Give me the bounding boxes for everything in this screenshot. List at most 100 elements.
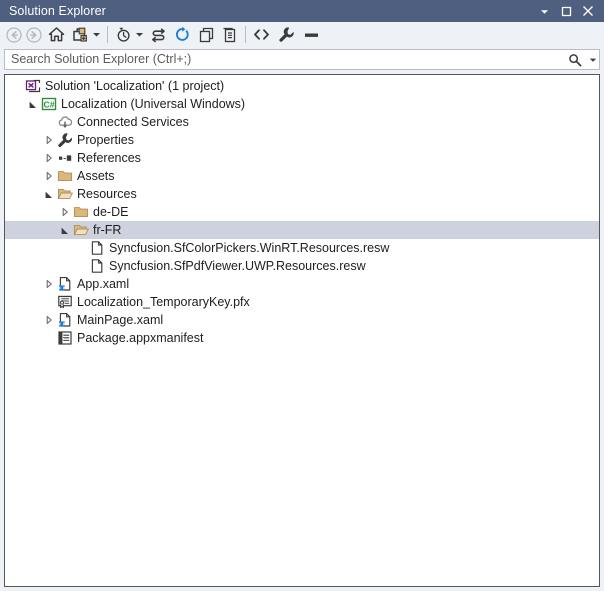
- tree-twisty-placeholder: [41, 293, 57, 311]
- folder-closed-icon: [57, 168, 73, 184]
- tree-row[interactable]: de-DE: [5, 203, 599, 221]
- tree-item-label: Properties: [77, 131, 134, 149]
- chevron-collapsed-icon[interactable]: [41, 131, 57, 149]
- tree-indent: [5, 302, 41, 303]
- window-titlebar: Solution Explorer: [0, 0, 604, 22]
- chevron-collapsed-icon[interactable]: [41, 311, 57, 329]
- chevron-collapsed-icon[interactable]: [41, 275, 57, 293]
- solution-explorer-toolbar: [0, 22, 604, 47]
- tree-indent: [5, 284, 41, 285]
- folder-open-icon: [57, 186, 73, 202]
- tree-item-label: App.xaml: [77, 275, 129, 293]
- home-button[interactable]: [46, 23, 67, 47]
- tree-item-label: Syncfusion.SfColorPickers.WinRT.Resource…: [109, 239, 389, 257]
- references-icon: [57, 150, 73, 166]
- toolbar-separator-2: [245, 26, 246, 43]
- tree-indent: [5, 140, 41, 141]
- resw-file-icon: [89, 258, 105, 274]
- tree-item-label: Solution 'Localization' (1 project): [45, 77, 224, 95]
- tree-item-label: Localization_TemporaryKey.pfx: [77, 293, 250, 311]
- tree-row[interactable]: Localization_TemporaryKey.pfx: [5, 293, 599, 311]
- chevron-expanded-icon[interactable]: [25, 95, 41, 113]
- pending-changes-filter-caret[interactable]: [134, 23, 145, 47]
- solution-tree-panel[interactable]: Solution 'Localization' (1 project) C# L…: [4, 74, 600, 587]
- connected-services-icon: [57, 114, 73, 130]
- tree-row[interactable]: References: [5, 149, 599, 167]
- folder-open-icon: [73, 222, 89, 238]
- collapse-all-button[interactable]: [197, 23, 217, 47]
- tree-row[interactable]: Resources: [5, 185, 599, 203]
- tree-indent: [5, 212, 57, 213]
- solution-icon: [25, 78, 41, 94]
- tree-twisty-placeholder: [41, 113, 57, 131]
- tree-row[interactable]: Package.appxmanifest: [5, 329, 599, 347]
- tree-row[interactable]: Syncfusion.SfColorPickers.WinRT.Resource…: [5, 239, 599, 257]
- chevron-expanded-icon[interactable]: [41, 185, 57, 203]
- view-code-button[interactable]: [251, 23, 272, 47]
- tree-item-label: Resources: [77, 185, 137, 203]
- solution-explorer-window: Solution Explorer: [0, 0, 604, 591]
- tree-item-label: de-DE: [93, 203, 128, 221]
- solution-explorer-views-button[interactable]: [70, 23, 91, 47]
- back-button[interactable]: [4, 23, 24, 47]
- tree-twisty-placeholder: [41, 329, 57, 347]
- csharp-project-icon: C#: [41, 96, 57, 112]
- chevron-expanded-icon[interactable]: [57, 221, 73, 239]
- tree-row[interactable]: App.xaml: [5, 275, 599, 293]
- tree-row[interactable]: MainPage.xaml: [5, 311, 599, 329]
- page-title: Solution Explorer: [0, 4, 106, 18]
- certificate-file-icon: [57, 294, 73, 310]
- svg-text:C#: C#: [44, 99, 55, 109]
- pending-changes-filter-button[interactable]: [113, 23, 134, 47]
- chevron-collapsed-icon[interactable]: [41, 149, 57, 167]
- tree-row[interactable]: Properties: [5, 131, 599, 149]
- tree-item-label: References: [77, 149, 141, 167]
- xaml-file-icon: [57, 312, 73, 328]
- tree-indent: [5, 320, 41, 321]
- tree-item-label: MainPage.xaml: [77, 311, 163, 329]
- xaml-file-icon: [57, 276, 73, 292]
- tree-item-label: Syncfusion.SfPdfViewer.UWP.Resources.res…: [109, 257, 366, 275]
- properties-button[interactable]: [276, 23, 297, 47]
- chevron-collapsed-icon[interactable]: [57, 203, 73, 221]
- tree-row[interactable]: Solution 'Localization' (1 project): [5, 77, 599, 95]
- tree-row[interactable]: Syncfusion.SfPdfViewer.UWP.Resources.res…: [5, 257, 599, 275]
- tree-indent: [5, 338, 41, 339]
- chevron-collapsed-icon[interactable]: [41, 167, 57, 185]
- forward-button[interactable]: [24, 23, 44, 47]
- dropdown-menu-button[interactable]: [533, 0, 555, 22]
- tree-item-label: Package.appxmanifest: [77, 329, 203, 347]
- solution-explorer-views-caret[interactable]: [91, 23, 102, 47]
- manifest-file-icon: [57, 330, 73, 346]
- tree-item-label: Localization (Universal Windows): [61, 95, 245, 113]
- tree-indent: [5, 176, 41, 177]
- preview-selected-items-button[interactable]: [302, 23, 322, 47]
- close-button[interactable]: [577, 0, 599, 22]
- search-bar[interactable]: [4, 49, 600, 70]
- maximize-button[interactable]: [555, 0, 577, 22]
- tree-twisty-placeholder: [73, 257, 89, 275]
- solution-tree: Solution 'Localization' (1 project) C# L…: [5, 75, 599, 347]
- tree-row[interactable]: Connected Services: [5, 113, 599, 131]
- tree-indent: [5, 104, 25, 105]
- tree-indent: [5, 122, 41, 123]
- tree-row[interactable]: fr-FR: [5, 221, 599, 239]
- search-icon[interactable]: [563, 50, 587, 69]
- show-all-files-button[interactable]: [220, 23, 240, 47]
- tree-indent: [5, 194, 41, 195]
- tree-indent: [5, 266, 73, 267]
- resw-file-icon: [89, 240, 105, 256]
- sync-with-active-document-button[interactable]: [148, 23, 169, 47]
- tree-item-label: fr-FR: [93, 221, 121, 239]
- tree-row[interactable]: Assets: [5, 167, 599, 185]
- tree-indent: [5, 248, 73, 249]
- folder-closed-icon: [73, 204, 89, 220]
- search-options-caret-icon[interactable]: [587, 50, 599, 69]
- refresh-button[interactable]: [172, 23, 193, 47]
- wrench-icon: [57, 132, 73, 148]
- tree-item-label: Connected Services: [77, 113, 189, 131]
- tree-item-label: Assets: [77, 167, 115, 185]
- tree-indent: [5, 230, 57, 231]
- tree-row[interactable]: C# Localization (Universal Windows): [5, 95, 599, 113]
- search-input[interactable]: [5, 49, 563, 70]
